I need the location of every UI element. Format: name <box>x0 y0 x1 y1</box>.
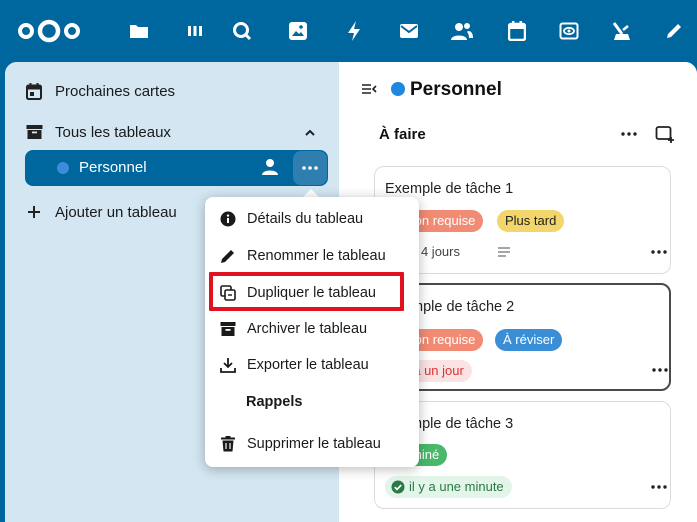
card-title: Exemple de tâche 1 <box>385 181 514 197</box>
deck-icon[interactable] <box>183 19 207 43</box>
user-icon[interactable] <box>261 158 279 176</box>
done-badge: il y a une minute <box>385 476 512 498</box>
board-color-dot <box>391 82 405 96</box>
files-icon[interactable] <box>127 19 151 43</box>
menu-item-label: Détails du tableau <box>247 211 364 227</box>
tasks-icon[interactable] <box>610 19 634 43</box>
sidebar-item-board-personnel[interactable]: Personnel <box>25 150 328 186</box>
page-title: Personnel <box>410 79 502 100</box>
nextcloud-logo[interactable] <box>16 18 82 44</box>
menu-item-label: Supprimer le tableau <box>247 436 381 452</box>
sidebar-item-all-boards[interactable]: Tous les tableaux <box>25 117 171 147</box>
board-color-dot <box>57 162 69 174</box>
card-actions-button[interactable] <box>651 484 667 490</box>
sidebar-item-label: Prochaines cartes <box>55 82 176 100</box>
top-bar <box>0 0 697 62</box>
menu-item-export[interactable]: Exporter le tableau <box>205 348 419 382</box>
card-actions-button[interactable] <box>652 367 668 373</box>
sidebar-item-label: Tous les tableaux <box>55 123 171 141</box>
menu-item-label: Exporter le tableau <box>247 357 369 373</box>
forms-icon[interactable] <box>557 19 581 43</box>
sidebar-item-label: Personnel <box>79 159 147 176</box>
menu-item-label: Dupliquer le tableau <box>247 285 376 301</box>
stack-title: À faire <box>379 126 426 143</box>
pencil-icon <box>219 247 237 265</box>
duplicate-icon <box>219 284 237 302</box>
more-horizontal-icon <box>302 166 318 170</box>
photos-icon[interactable] <box>286 19 310 43</box>
check-circle-icon <box>391 480 405 494</box>
contacts-icon[interactable] <box>450 19 474 43</box>
menu-item-delete[interactable]: Supprimer le tableau <box>205 427 419 461</box>
menu-toggle-icon[interactable] <box>361 82 377 96</box>
card-label: Plus tard <box>497 210 565 232</box>
chevron-up-icon[interactable] <box>303 126 317 140</box>
download-icon <box>219 356 237 374</box>
sidebar-item-upcoming[interactable]: Prochaines cartes <box>25 76 175 106</box>
archive-box-icon <box>25 123 43 141</box>
trash-icon <box>219 435 237 453</box>
done-date: il y a une minute <box>409 479 504 494</box>
menu-item-label: Renommer le tableau <box>247 248 386 264</box>
board-actions-button[interactable] <box>293 151 327 185</box>
menu-item-duplicate[interactable]: Dupliquer le tableau <box>205 276 419 310</box>
plus-icon <box>25 203 43 221</box>
board-actions-menu: Détails du tableau Renommer le tableau D… <box>205 197 419 467</box>
activity-icon[interactable] <box>342 19 366 43</box>
description-icon <box>497 246 511 258</box>
menu-item-rename[interactable]: Renommer le tableau <box>205 239 419 273</box>
calendar-icon[interactable] <box>505 19 529 43</box>
archive-icon <box>219 320 237 338</box>
menu-item-archive[interactable]: Archiver le tableau <box>205 312 419 346</box>
add-card-icon[interactable] <box>655 124 675 144</box>
calendar-icon <box>25 82 43 100</box>
notes-icon[interactable] <box>662 19 686 43</box>
card-actions-button[interactable] <box>651 249 667 255</box>
menu-item-label: Archiver le tableau <box>247 321 368 337</box>
add-board-label: Ajouter un tableau <box>55 203 177 221</box>
card-label: À réviser <box>495 329 563 351</box>
reminders-heading: Rappels <box>246 394 303 410</box>
menu-item-details[interactable]: Détails du tableau <box>205 202 419 236</box>
more-horizontal-icon[interactable] <box>619 126 639 142</box>
mail-icon[interactable] <box>397 19 421 43</box>
add-board-button[interactable]: Ajouter un tableau <box>25 197 177 227</box>
info-icon <box>219 210 237 228</box>
search-icon[interactable] <box>230 19 254 43</box>
